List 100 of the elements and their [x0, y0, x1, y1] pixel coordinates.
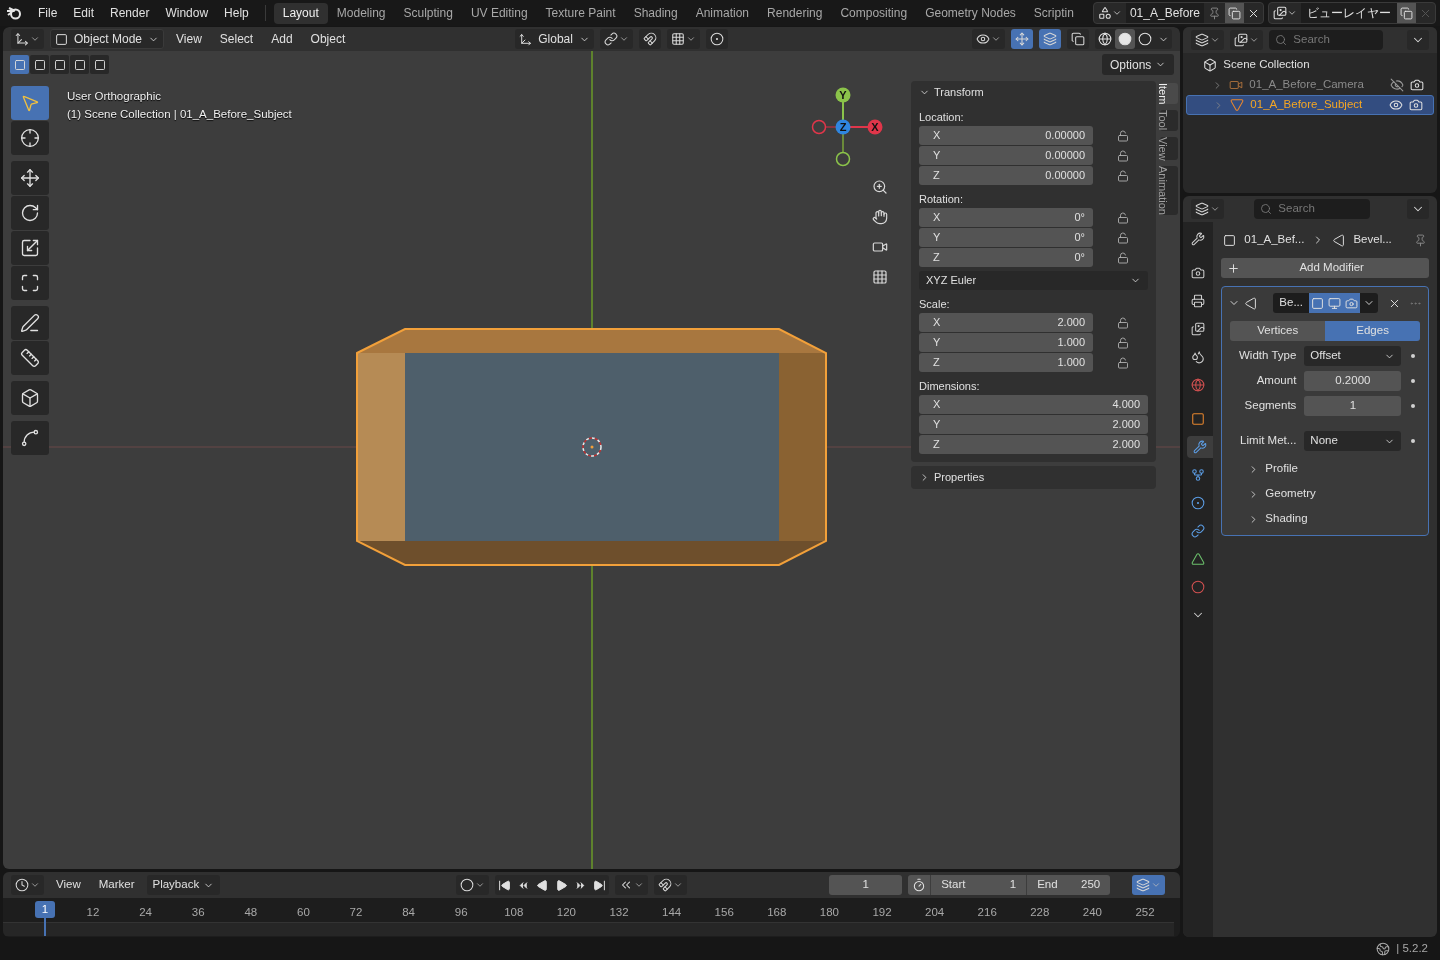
workspace-tab[interactable]: Rendering	[758, 2, 832, 24]
menu-item[interactable]: Window	[157, 2, 217, 24]
options-dropdown[interactable]: Options	[1102, 54, 1175, 75]
menu-item[interactable]: Edit	[65, 2, 103, 24]
subpanel-header[interactable]: Shading	[1248, 509, 1422, 529]
workspace-tab[interactable]: Layout	[273, 2, 328, 24]
number-field[interactable]: X 0.00000	[919, 126, 1093, 145]
subpanel-header[interactable]: Profile	[1248, 459, 1422, 479]
search-field[interactable]: Search	[1254, 199, 1371, 219]
tool-button[interactable]	[11, 421, 49, 455]
workspace-tab[interactable]: Texture Paint	[536, 2, 625, 24]
add-modifier-button[interactable]: Add Modifier	[1221, 258, 1429, 278]
outliner-row[interactable]: 01_A_Before_Camera	[1186, 75, 1434, 95]
search-field[interactable]: Search	[1269, 30, 1384, 50]
tool-button[interactable]	[11, 266, 49, 300]
panel-header[interactable]: Properties	[911, 466, 1156, 489]
tool-button[interactable]	[11, 341, 49, 375]
breadcrumb-item[interactable]: Bevel...	[1353, 231, 1406, 249]
sidebar-tab[interactable]: Tool	[1160, 110, 1178, 131]
scene-selector[interactable]: 01_A_Before	[1092, 2, 1264, 24]
select-mode-button[interactable]	[50, 55, 69, 74]
playback-dropdown[interactable]: Playback	[146, 875, 221, 895]
rotation-mode-dropdown[interactable]: XYZ Euler	[919, 271, 1148, 290]
workspace-tab[interactable]: Sculpting	[394, 2, 462, 24]
workspace-tab[interactable]: Geometry Nodes	[916, 2, 1025, 24]
menu-item[interactable]: Select	[213, 30, 260, 48]
subpanel-header[interactable]: Geometry	[1248, 484, 1422, 504]
start-frame-field[interactable]: Start 1	[930, 875, 1027, 895]
tree-item[interactable]: Scene Collection	[1223, 56, 1310, 74]
sidebar-tab[interactable]: View	[1160, 136, 1178, 161]
number-field[interactable]: X 2.000	[919, 313, 1093, 332]
visibility-button[interactable]	[972, 29, 1006, 49]
menu-item[interactable]: Render	[102, 2, 158, 24]
breadcrumb-item[interactable]: 01_A_Bef...	[1244, 231, 1305, 249]
keyframe-button[interactable]	[615, 875, 649, 895]
number-field[interactable]: 1	[1304, 396, 1402, 416]
workspace-tab[interactable]: Compositing	[831, 2, 917, 24]
record-button[interactable]	[456, 875, 490, 895]
view-layer-selector[interactable]: ビューレイヤー	[1268, 2, 1436, 24]
pivot-button[interactable]	[599, 29, 633, 49]
xray-button[interactable]	[1067, 29, 1090, 49]
snap-button[interactable]	[638, 29, 661, 49]
filter-button[interactable]	[1407, 30, 1429, 50]
menu-item[interactable]: Add	[265, 30, 299, 48]
number-field[interactable]: Z 0°	[919, 248, 1093, 267]
tool-button[interactable]	[11, 121, 49, 155]
segment-toggle[interactable]: Vertices	[1230, 321, 1326, 341]
menu-item[interactable]: Object	[304, 30, 352, 48]
tool-button[interactable]	[11, 231, 49, 265]
outliner-row[interactable]: 01_A_Before_Subject	[1186, 95, 1434, 115]
menu-item[interactable]: View	[170, 30, 208, 48]
current-frame-field[interactable]: 1	[829, 875, 903, 895]
gizmo-toggle-button[interactable]	[1011, 29, 1034, 49]
proportional-edit-button[interactable]	[705, 29, 728, 49]
sidebar-tab[interactable]: Item	[1160, 83, 1178, 105]
sidebar-tab[interactable]: Animation	[1160, 166, 1178, 216]
number-field[interactable]: X 0°	[919, 208, 1093, 227]
select-mode-button[interactable]	[30, 55, 49, 74]
menu-item[interactable]: File	[30, 2, 66, 24]
select-mode-button[interactable]	[90, 55, 109, 74]
number-field[interactable]: Y 0.00000	[919, 146, 1093, 165]
editor-type-button[interactable]	[1191, 199, 1225, 219]
panel-header[interactable]: Transform	[919, 81, 1148, 103]
tool-button[interactable]	[11, 161, 49, 195]
dropdown-field[interactable]: Offset	[1304, 346, 1402, 366]
workspace-tab[interactable]: Shading	[624, 2, 687, 24]
sync-button[interactable]	[1132, 875, 1166, 895]
number-field[interactable]: Z 1.000	[919, 353, 1093, 372]
tool-button[interactable]	[11, 306, 49, 340]
number-field[interactable]: Y 1.000	[919, 333, 1093, 352]
orientation-dropdown[interactable]: Global	[515, 29, 594, 49]
number-field[interactable]: Z 2.000	[919, 435, 1148, 454]
number-field[interactable]: Z 0.00000	[919, 166, 1093, 185]
number-field[interactable]: Y 2.000	[919, 415, 1148, 434]
solid-shading-button[interactable]	[1115, 29, 1136, 49]
dropdown-field[interactable]: None	[1304, 431, 1402, 451]
menu-item[interactable]: View	[50, 876, 87, 894]
menu-item[interactable]: Marker	[92, 876, 141, 894]
options-button[interactable]	[1407, 199, 1429, 219]
workspace-tab[interactable]: UV Editing	[461, 2, 537, 24]
playhead-marker[interactable]: 1	[35, 901, 55, 918]
tool-button[interactable]	[11, 381, 49, 415]
menu-item[interactable]: Help	[216, 2, 257, 24]
tool-button[interactable]	[11, 196, 49, 230]
editor-type-button[interactable]	[11, 29, 44, 49]
workspace-tab[interactable]: Animation	[686, 2, 759, 24]
workspace-tab[interactable]: Modeling	[327, 2, 395, 24]
mode-dropdown[interactable]: Object Mode	[50, 29, 165, 49]
segment-toggle[interactable]: Edges	[1325, 321, 1420, 341]
end-frame-field[interactable]: End 250	[1026, 875, 1111, 895]
snap-target-button[interactable]	[666, 29, 700, 49]
editor-type-button[interactable]	[11, 875, 44, 895]
editor-type-button[interactable]	[1191, 30, 1225, 50]
display-mode-button[interactable]	[1230, 30, 1264, 50]
workspace-tab[interactable]: Scriptin	[1024, 2, 1083, 24]
properties-tab[interactable]	[1186, 436, 1213, 458]
select-mode-button[interactable]	[70, 55, 89, 74]
number-field[interactable]: 0.2000	[1304, 371, 1402, 391]
number-field[interactable]: X 4.000	[919, 395, 1148, 414]
overlay-toggle-button[interactable]	[1039, 29, 1062, 49]
